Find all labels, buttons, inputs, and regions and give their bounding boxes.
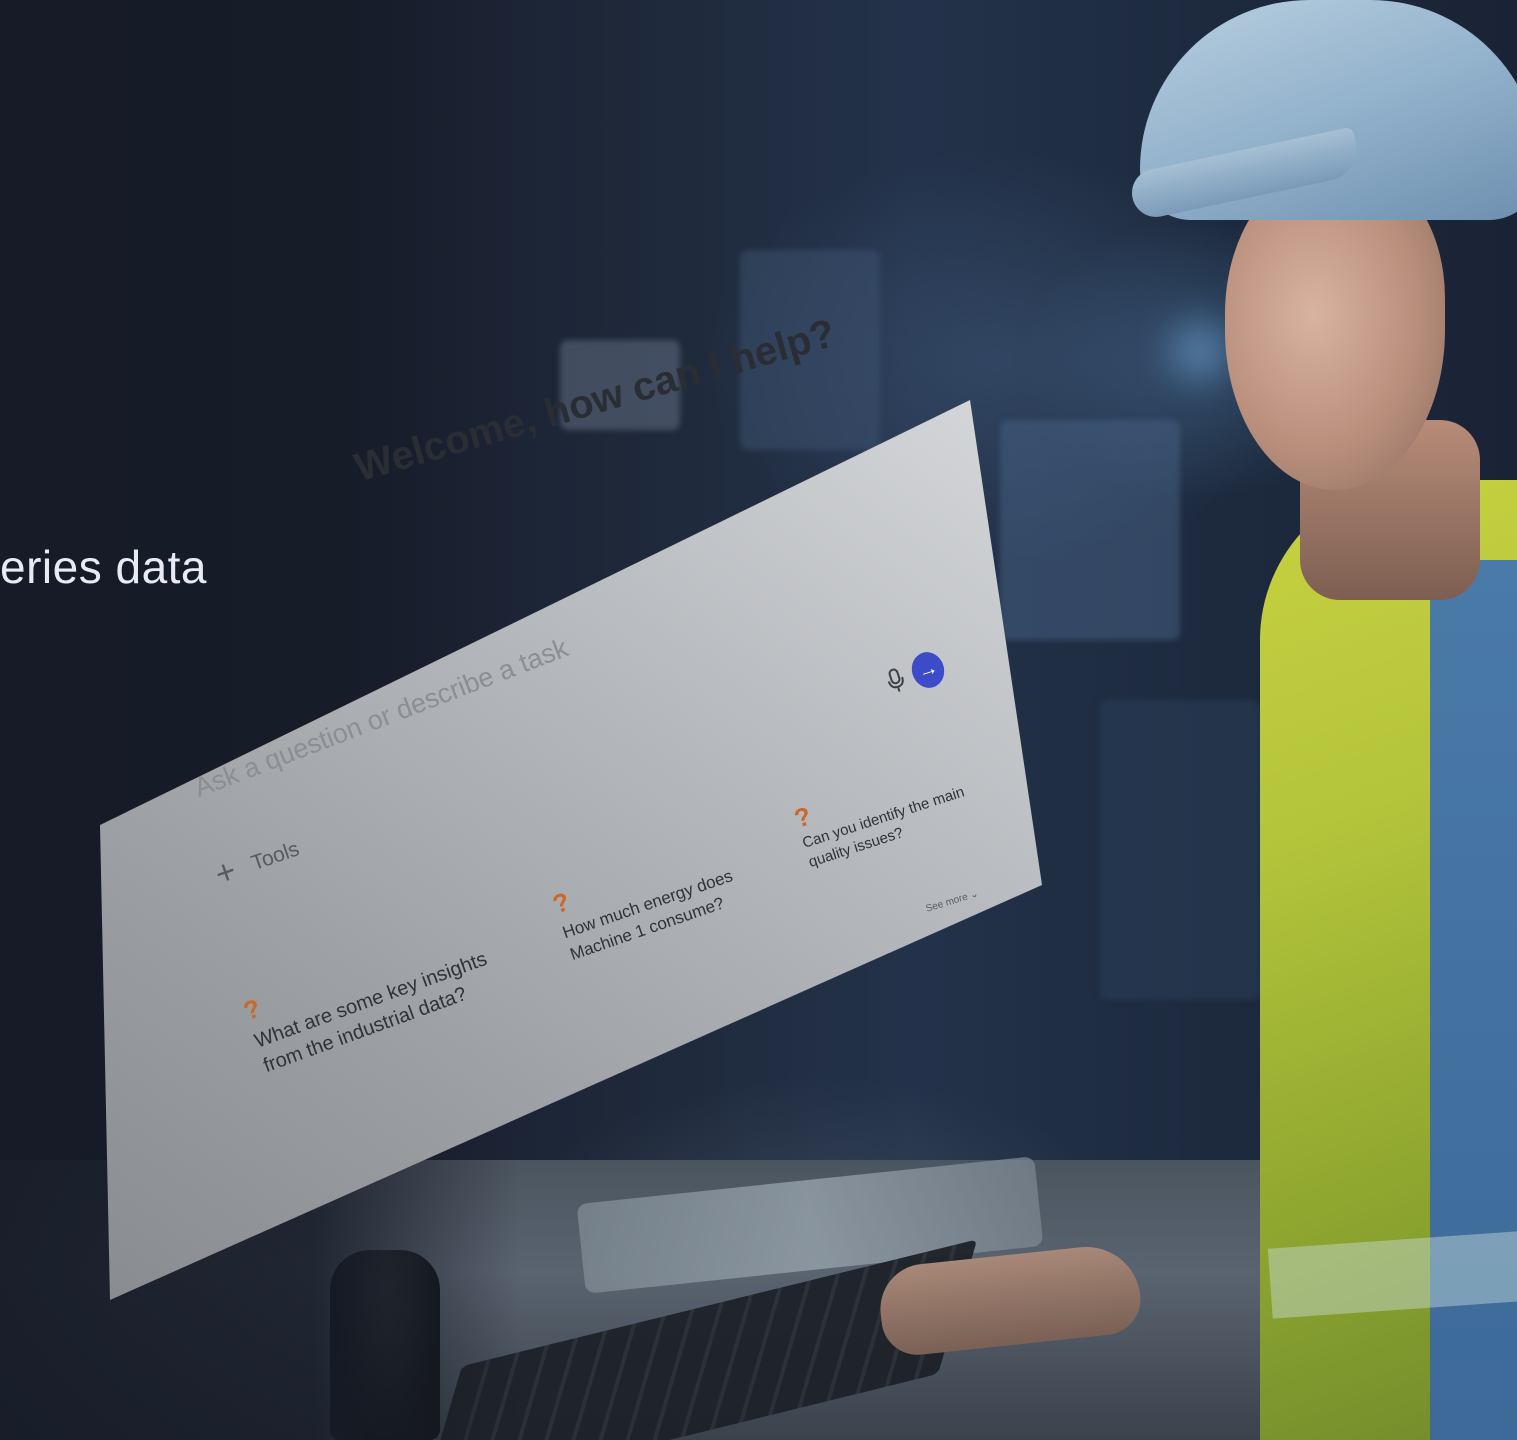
suggestion-card[interactable]: ? Can you identify the main quality issu… bbox=[790, 757, 974, 872]
assistant-card: Welcome, how can I help? Ask a question … bbox=[70, 311, 1070, 1320]
tools-button[interactable]: + Tools bbox=[210, 830, 305, 895]
prompt-input[interactable]: Ask a question or describe a task bbox=[190, 632, 572, 803]
see-more-label: See more bbox=[924, 891, 970, 915]
see-more-link[interactable]: See more ⌄ bbox=[925, 888, 980, 914]
plus-icon: + bbox=[210, 851, 242, 894]
microphone-icon[interactable] bbox=[883, 666, 910, 702]
hero-scene: eries data Welcome, how can I help? Ask … bbox=[0, 0, 1517, 1440]
suggestion-card[interactable]: ? How much energy does Machine 1 consume… bbox=[549, 830, 764, 966]
factory-machine bbox=[1100, 700, 1260, 1000]
arrow-right-icon: → bbox=[915, 656, 941, 684]
suggestion-card[interactable]: ? What are some key insights from the in… bbox=[239, 908, 522, 1079]
assistant-card-content: Welcome, how can I help? Ask a question … bbox=[70, 311, 1070, 1320]
send-button[interactable]: → bbox=[907, 647, 949, 693]
chevron-down-icon: ⌄ bbox=[968, 888, 980, 902]
bokeh-light bbox=[1170, 320, 1230, 380]
jacket-stripe bbox=[1430, 560, 1517, 1440]
microphone-icon-svg bbox=[887, 668, 904, 692]
tools-label: Tools bbox=[248, 836, 303, 875]
